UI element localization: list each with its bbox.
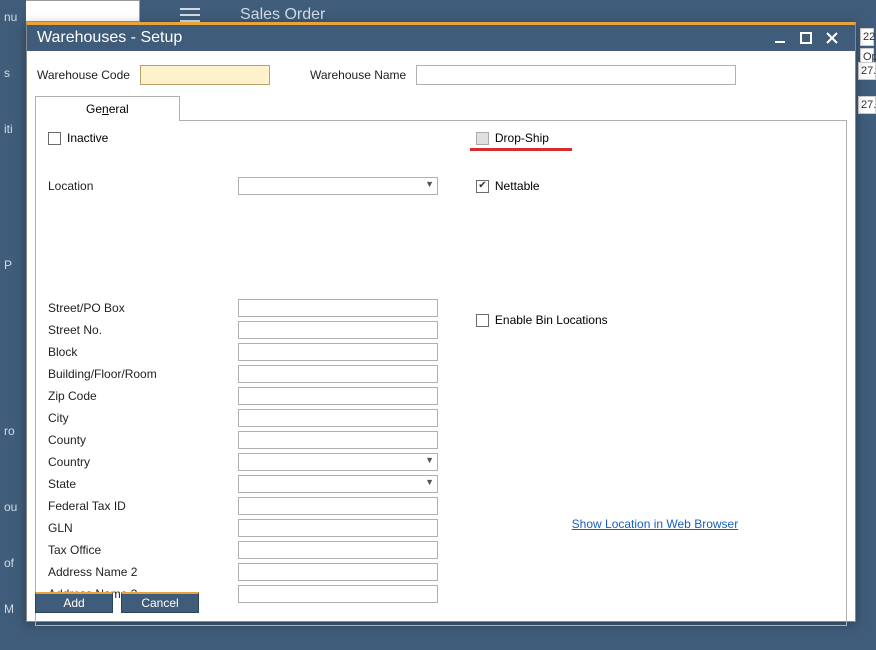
show-location-link[interactable]: Show Location in Web Browser [572, 517, 739, 531]
field-label: Tax Office [48, 543, 238, 557]
field-input[interactable] [238, 409, 438, 427]
nav-frag: of [0, 550, 26, 576]
tab-label-part: eral [109, 102, 129, 116]
nav-frag: M [0, 596, 26, 622]
field-row: GLN [48, 517, 446, 539]
field-label: Country [48, 455, 238, 469]
header-row: Warehouse Code Warehouse Name [27, 51, 855, 95]
location-row: Location [48, 175, 446, 197]
field-row: Federal Tax ID [48, 495, 446, 517]
field-input[interactable] [238, 541, 438, 559]
tab-label-part: Ge [86, 102, 102, 116]
dropship-checkbox [476, 132, 489, 145]
bg-fragment: 27.0 [858, 62, 876, 80]
cancel-button[interactable]: Cancel [121, 592, 199, 613]
background-nav-strip: nu s iti P ro ou of M [0, 0, 26, 650]
nav-frag: ou [0, 494, 26, 520]
general-panel: Inactive Location Street/PO Box Street No… [35, 120, 847, 626]
field-input[interactable] [238, 365, 438, 383]
inactive-checkbox[interactable] [48, 132, 61, 145]
field-label: Block [48, 345, 238, 359]
field-label: City [48, 411, 238, 425]
location-select[interactable] [238, 177, 438, 195]
bg-fragment: 27.0 [858, 96, 876, 114]
field-input[interactable] [238, 585, 438, 603]
dropship-label: Drop-Ship [495, 131, 549, 145]
field-label: Zip Code [48, 389, 238, 403]
field-label: Street/PO Box [48, 301, 238, 315]
dropship-row: Drop-Ship [476, 131, 566, 145]
nav-frag: s [0, 60, 26, 86]
nettable-label: Nettable [495, 179, 540, 193]
maximize-icon[interactable] [793, 25, 819, 51]
field-row: Street/PO Box [48, 297, 446, 319]
warehouse-code-label: Warehouse Code [37, 68, 130, 82]
field-input[interactable] [238, 387, 438, 405]
warehouse-name-label: Warehouse Name [310, 68, 406, 82]
field-input[interactable] [238, 497, 438, 515]
field-input[interactable] [238, 563, 438, 581]
enablebin-checkbox[interactable] [476, 314, 489, 327]
field-row: Building/Floor/Room [48, 363, 446, 385]
field-label: Federal Tax ID [48, 499, 238, 513]
inactive-label: Inactive [67, 131, 108, 145]
right-column: Drop-Ship Nettable Enable Bin Locations … [476, 131, 834, 605]
field-row: Street No. [48, 319, 446, 341]
nav-frag: P [0, 252, 26, 278]
field-row: Zip Code [48, 385, 446, 407]
nettable-checkbox[interactable] [476, 180, 489, 193]
field-label: Street No. [48, 323, 238, 337]
field-select[interactable] [238, 453, 438, 471]
modal-title-bar[interactable]: Warehouses - Setup [27, 25, 855, 51]
field-input[interactable] [238, 343, 438, 361]
field-label: State [48, 477, 238, 491]
left-column: Inactive Location Street/PO Box Street No… [48, 131, 446, 605]
minimize-icon[interactable] [767, 25, 793, 51]
enablebin-row: Enable Bin Locations [476, 313, 834, 327]
add-button[interactable]: Add [35, 592, 113, 613]
field-label: County [48, 433, 238, 447]
field-input[interactable] [238, 431, 438, 449]
field-row: Block [48, 341, 446, 363]
field-select[interactable] [238, 475, 438, 493]
enablebin-label: Enable Bin Locations [495, 313, 608, 327]
tab-strip: General [35, 95, 847, 120]
field-row: Country [48, 451, 446, 473]
tab-label-mnemonic: n [102, 102, 109, 116]
warehouse-setup-modal: Warehouses - Setup Warehouse Code Wareho… [26, 22, 856, 622]
field-row: State [48, 473, 446, 495]
nettable-row: Nettable [476, 179, 834, 193]
location-label: Location [48, 179, 238, 193]
field-row: Tax Office [48, 539, 446, 561]
field-row: County [48, 429, 446, 451]
nav-frag: iti [0, 116, 26, 142]
field-row: Address Name 2 [48, 561, 446, 583]
field-input[interactable] [238, 519, 438, 537]
modal-title: Warehouses - Setup [37, 29, 767, 47]
field-input[interactable] [238, 321, 438, 339]
bg-fragment: 229 [860, 28, 874, 46]
field-label: GLN [48, 521, 238, 535]
field-label: Building/Floor/Room [48, 367, 238, 381]
warehouse-code-input[interactable] [140, 65, 270, 85]
inactive-row: Inactive [48, 131, 446, 145]
warehouse-name-input[interactable] [416, 65, 736, 85]
field-row: City [48, 407, 446, 429]
field-input[interactable] [238, 299, 438, 317]
tab-general[interactable]: General [35, 96, 180, 121]
nav-frag: nu [0, 4, 26, 30]
close-icon[interactable] [819, 25, 845, 51]
bottom-button-bar: Add Cancel [35, 592, 199, 613]
nav-frag: ro [0, 418, 26, 444]
field-label: Address Name 2 [48, 565, 238, 579]
